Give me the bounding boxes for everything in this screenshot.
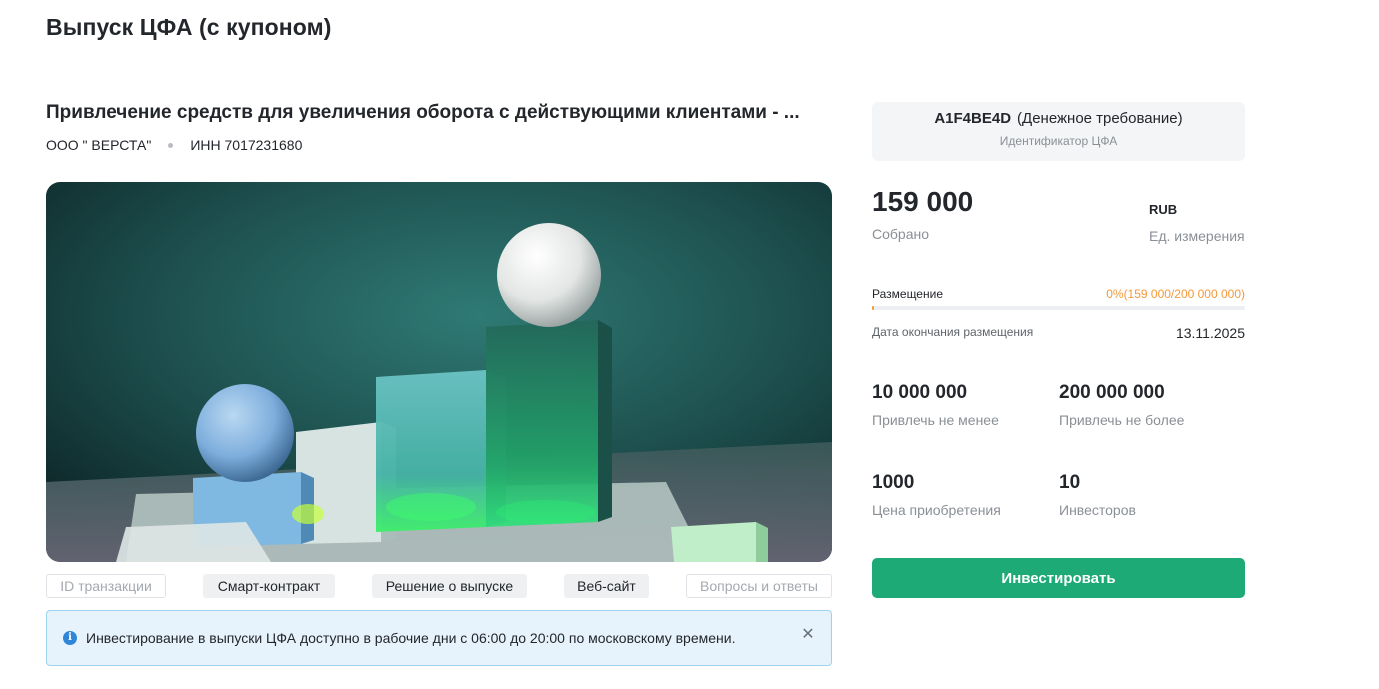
token-id-box: A1F4BE4D (Денежное требование) Идентифика… <box>872 102 1245 161</box>
currency-unit-caption: Ед. измерения <box>1149 228 1245 244</box>
placement-percent: 0%(159 000/200 000 000) <box>1106 287 1245 301</box>
issue-cover-image <box>46 182 832 562</box>
placement-label: Размещение <box>872 287 943 301</box>
link-transaction-id: ID транзакции <box>46 574 166 598</box>
issue-links: ID транзакции Смарт-контракт Решение о в… <box>46 574 832 598</box>
currency-unit: RUB <box>1149 202 1178 217</box>
raised-block: 159 000 Собрано RUB Ед. измерения <box>872 186 1245 246</box>
raised-amount: 159 000 <box>872 186 974 217</box>
min-raise-value: 10 000 000 <box>872 382 968 403</box>
price-value: 1000 <box>872 472 915 493</box>
investors-caption: Инвесторов <box>1059 502 1136 518</box>
issuer-name: ООО " ВЕРСТА" <box>46 137 152 153</box>
token-id-caption: Идентификатор ЦФА <box>999 134 1118 148</box>
token-type: (Денежное требование) <box>1017 110 1183 127</box>
stat-price: 1000 Цена приобретения <box>872 472 1001 518</box>
link-issue-decision[interactable]: Решение о выпуске <box>372 574 527 598</box>
stat-investors: 10 Инвесторов <box>1059 472 1136 518</box>
link-website[interactable]: Веб-сайт <box>564 574 649 598</box>
issue-title: Привлечение средств для увеличения оборо… <box>46 102 800 123</box>
placement-end-date: 13.11.2025 <box>1175 325 1245 341</box>
close-icon[interactable]: ✕ <box>801 627 815 643</box>
placement-end-row: Дата окончания размещения 13.11.2025 <box>872 325 1245 341</box>
link-smart-contract[interactable]: Смарт-контракт <box>203 574 335 598</box>
investors-value: 10 <box>1059 472 1081 493</box>
separator-dot <box>168 142 174 148</box>
issue-summary-panel: A1F4BE4D (Денежное требование) Идентифика… <box>872 102 1245 598</box>
max-raise-caption: Привлечь не более <box>1059 412 1185 428</box>
placement-end-label: Дата окончания размещения <box>872 325 1034 339</box>
info-icon: i <box>63 631 77 645</box>
price-caption: Цена приобретения <box>872 502 1001 518</box>
invest-button[interactable]: Инвестировать <box>872 558 1245 598</box>
issuer-info: ООО " ВЕРСТА" ИНН 7017231680 <box>46 136 832 154</box>
link-faq: Вопросы и ответы <box>686 574 832 598</box>
info-notice-text: Инвестирование в выпуски ЦФА доступно в … <box>86 630 736 646</box>
min-raise-caption: Привлечь не менее <box>872 412 999 428</box>
issuer-inn: ИНН 7017231680 <box>190 137 303 153</box>
max-raise-value: 200 000 000 <box>1059 382 1165 403</box>
placement-progress-bar <box>872 306 1245 310</box>
placement-progress: Размещение 0%(159 000/200 000 000) <box>872 287 1245 310</box>
stat-max-raise: 200 000 000 Привлечь не более <box>1059 382 1184 428</box>
page-title: Выпуск ЦФА (с купоном) <box>46 14 332 40</box>
info-notice: i Инвестирование в выпуски ЦФА доступно … <box>46 610 832 666</box>
token-code: A1F4BE4D <box>934 110 1012 127</box>
stat-min-raise: 10 000 000 Привлечь не менее <box>872 382 999 428</box>
token-id-line: A1F4BE4D (Денежное требование) <box>872 110 1245 127</box>
placement-progress-fill <box>872 306 875 310</box>
issue-main-column: Привлечение средств для увеличения оборо… <box>46 100 832 666</box>
